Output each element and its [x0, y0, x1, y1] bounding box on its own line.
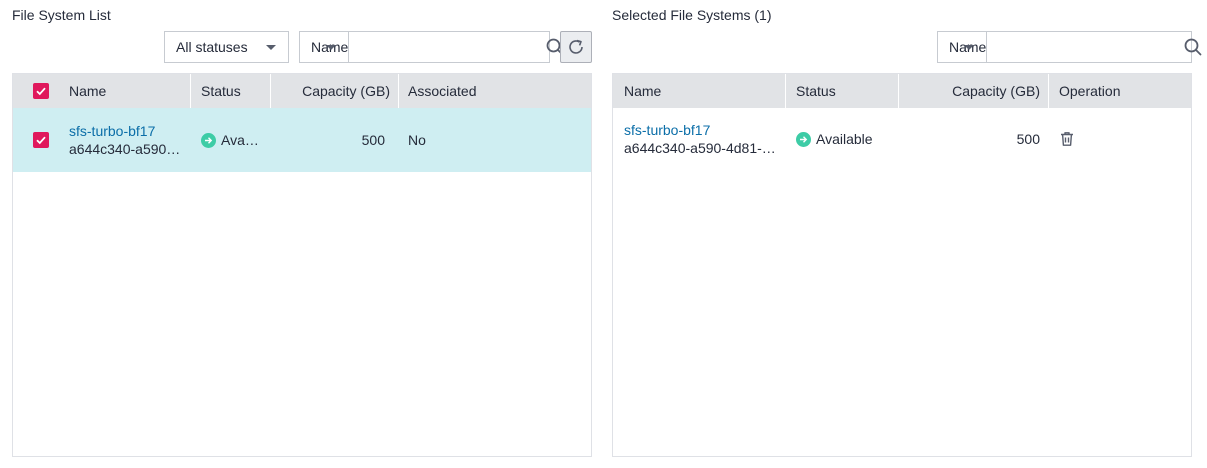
- file-system-name-link[interactable]: sfs-turbo-bf17: [624, 121, 710, 139]
- chevron-down-icon: [964, 45, 975, 50]
- select-all-checkbox[interactable]: [33, 83, 49, 99]
- row-name: sfs-turbo-bf17 a644c340-a590…: [69, 122, 180, 158]
- left-search-box: Name: [299, 31, 564, 63]
- associated-value: No: [408, 132, 426, 148]
- arrow-right-circle-icon: [201, 132, 216, 148]
- table-row[interactable]: sfs-turbo-bf17 a644c340-a590… Ava… 500 N…: [13, 108, 591, 172]
- refresh-button[interactable]: [560, 31, 592, 63]
- search-icon[interactable]: [1184, 32, 1202, 62]
- header-associated-label: Associated: [408, 83, 477, 99]
- selected-file-system-table: Name Status Capacity (GB) Operation sfs-…: [612, 73, 1192, 457]
- left-search-field-dropdown[interactable]: Name: [300, 32, 350, 62]
- right-search-box: Name: [937, 31, 1202, 63]
- right-search-input[interactable]: [987, 32, 1185, 62]
- header-capacity: Capacity (GB): [271, 74, 399, 108]
- row-name-cell: sfs-turbo-bf17 a644c340-a590…: [13, 108, 191, 172]
- chevron-down-icon: [326, 45, 337, 50]
- status-text: Available: [816, 131, 873, 147]
- row-checkbox[interactable]: [33, 132, 49, 148]
- header-status-label: Status: [796, 83, 836, 99]
- header-status: Status: [191, 74, 271, 108]
- arrow-right-circle-icon: [796, 131, 811, 147]
- file-system-name-link[interactable]: sfs-turbo-bf17: [69, 122, 155, 140]
- row-capacity-cell: 500: [271, 108, 399, 172]
- file-system-table: Name Status Capacity (GB) Associated sfs…: [12, 73, 592, 457]
- capacity-value: 500: [1016, 131, 1040, 147]
- header-name-label: Name: [69, 83, 107, 99]
- status-text: Ava…: [221, 132, 259, 148]
- refresh-icon: [569, 39, 583, 54]
- header-operation: Operation: [1049, 74, 1191, 108]
- row-associated-cell: No: [399, 108, 591, 172]
- file-system-id: a644c340-a590…: [69, 141, 181, 157]
- capacity-value: 500: [361, 132, 385, 148]
- header-capacity-label: Capacity (GB): [302, 83, 390, 99]
- header-status: Status: [786, 74, 899, 108]
- row-status-cell: Ava…: [191, 108, 271, 172]
- file-system-id: a644c340-a590-4d81-…: [624, 140, 776, 156]
- delete-button[interactable]: [1059, 131, 1075, 147]
- row-capacity-cell: 500: [899, 108, 1049, 170]
- header-name: Name: [613, 74, 786, 108]
- chevron-down-icon: [266, 45, 276, 50]
- left-search-input[interactable]: [349, 32, 547, 62]
- row-name: sfs-turbo-bf17 a644c340-a590-4d81-…: [613, 108, 786, 170]
- trash-icon: [1061, 132, 1073, 146]
- header-status-label: Status: [201, 83, 241, 99]
- header-capacity-label: Capacity (GB): [952, 83, 1040, 99]
- file-system-list-title: File System List: [12, 7, 111, 23]
- row-status-cell: Available: [786, 108, 899, 170]
- status-filter-dropdown[interactable]: All statuses: [164, 31, 289, 63]
- selected-file-systems-title: Selected File Systems (1): [612, 7, 772, 23]
- table-header: Name Status Capacity (GB) Associated: [13, 74, 591, 108]
- header-name-label: Name: [624, 83, 662, 99]
- header-operation-label: Operation: [1059, 83, 1121, 99]
- row-operation-cell: [1049, 108, 1191, 170]
- table-row: sfs-turbo-bf17 a644c340-a590-4d81-… Avai…: [613, 108, 1191, 170]
- header-name: Name: [13, 74, 191, 108]
- header-associated: Associated: [399, 74, 591, 108]
- header-capacity: Capacity (GB): [899, 74, 1049, 108]
- status-filter-value: All statuses: [176, 39, 248, 55]
- table-header: Name Status Capacity (GB) Operation: [613, 74, 1191, 108]
- right-search-field-dropdown[interactable]: Name: [938, 32, 988, 62]
